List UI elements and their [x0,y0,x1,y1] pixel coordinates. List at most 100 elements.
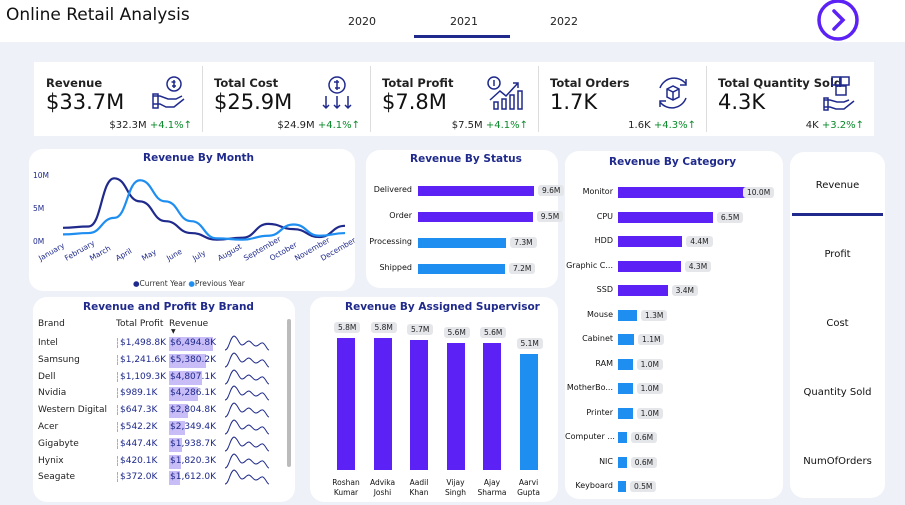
supervisor-value-label: 5.6M [480,326,507,338]
revenue-sparkline [225,335,269,351]
brand-profit-cell: $989.1K [117,388,157,399]
kpi-value: $33.7M [46,90,125,114]
brand-name-cell: Acer [38,422,59,432]
category-bar [618,309,637,321]
chart-title: Revenue By Category [609,156,737,168]
revenue-by-status-card: Revenue By Status Delivered 9.6M Order 9.5M… [366,150,565,288]
column-header-total-profit[interactable]: Total Profit [116,319,163,329]
supervisor-value-label: 5.7M [407,324,434,336]
year-tab-2022[interactable]: 2022 [550,15,578,28]
kpi-total-orders: Total Orders 1.7K 1.6K +4.3%↑ [538,62,704,136]
orders-box-icon [659,77,687,109]
brand-profit-cell: $1,109.3K [117,371,166,382]
brand-name-cell: Seagate [38,472,76,483]
revenue-sparkline [225,436,269,452]
category-bar [618,236,683,247]
metric-profit[interactable]: Profit [790,249,885,260]
category-bar [618,285,668,296]
brand-profit-cell: $420.1K [117,455,157,466]
category-bar [618,432,627,443]
metric-revenue[interactable]: Revenue [790,180,885,191]
page-title: Online Retail Analysis [6,5,190,25]
top-bar: Online Retail Analysis 2020 2021 2022 [0,0,905,42]
brand-name-cell: Dell [38,371,56,382]
revenue-by-month-card: Revenue By Month 10M 5M 0M ●Current Year ●… [29,149,357,291]
status-bar [418,186,534,196]
brand-revenue-cell: $4,807.1K [170,371,216,382]
supervisor-value-label: 5.6M [443,326,470,338]
category-value-label: 0.6M [630,432,658,443]
revenue-by-category-card: Revenue By Category Monitor 10.0M CPU 6.5M H… [565,151,783,499]
category-value-label: 1.0M [636,407,663,419]
column-header-brand[interactable]: Brand [38,319,65,329]
y-tick-label: 0M [33,237,44,246]
metric-quantity-sold[interactable]: Quantity Sold [790,387,885,398]
kpi-value: $25.9M [214,90,293,114]
table-scrollbar[interactable] [287,319,291,467]
boxes-hand-icon [823,76,855,111]
brand-revenue-cell: $2,804.8K [170,405,216,416]
category-label: Mouse [587,309,613,319]
kpi-total-quantity-sold: Total Quantity Sold 4.3K 4K +3.2%↑ [706,62,872,136]
supervisor-bar [446,342,465,470]
kpi-previous: $7.5M +4.1%↑ [451,120,528,131]
cost-down-icon [322,76,352,110]
kpi-revenue: Revenue $33.7M $32.3M +4.1%↑ [34,62,200,136]
brand-revenue-cell: $5,380.2K [170,354,216,365]
chart-title: Revenue By Status [410,153,522,165]
status-category-label: Delivered [373,185,412,194]
y-tick-label: 5M [33,204,44,213]
kpi-value: $7.8M [382,90,447,114]
brand-profit-cell: $1,241.6K [117,354,166,365]
metric-num-of-orders[interactable]: NumOfOrders [790,456,885,467]
brand-profit-cell: $447.4K [117,438,157,449]
metric-cost[interactable]: Cost [790,318,885,329]
category-value-label: 3.4M [671,285,699,296]
supervisor-name-label: Vijay Singh [444,478,467,497]
supervisor-name-label: Ajay Sharma [477,478,507,497]
chart-title: Revenue By Assigned Supervisor [345,301,540,313]
supervisor-value-label: 5.1M [516,337,543,349]
kpi-label: Total Cost [214,76,279,90]
category-bar [618,211,713,223]
year-tab-2021[interactable]: 2021 [450,15,478,28]
status-value-label: 7.2M [509,263,536,274]
chart-legend: ●Current Year ●Previous Year [133,279,245,288]
kpi-previous: 4K +3.2%↑ [805,120,864,131]
category-value-label: 6.5M [716,211,744,223]
category-label: Keyboard [575,481,613,490]
revenue-sparkline [225,419,269,435]
revenue-sparkline [225,352,269,368]
supervisor-bar [519,353,538,470]
category-label: SSD [596,285,613,294]
category-value-label: 1.3M [640,309,668,321]
brand-revenue-cell: $1,612.0K [170,472,216,483]
kpi-previous: $32.3M +4.1%↑ [109,120,192,131]
supervisor-name-label: Advika Joshi [369,478,396,497]
brand-name-cell: Intel [38,338,58,348]
revenue-sparkline [225,369,269,385]
brand-revenue-cell: $6,494.8K [170,338,216,348]
category-label: CPU [596,211,613,221]
category-label: Cabinet [582,334,613,343]
status-value-label: 9.6M [538,185,565,196]
category-label: Graphic C... [566,260,613,270]
category-label: MotherBo... [566,383,613,392]
status-value-label: 7.3M [510,237,537,248]
supervisor-name-label: Aadil Khan [409,478,429,497]
year-tab-2020[interactable]: 2020 [348,15,376,28]
legend-previous-year: Previous Year [194,279,245,288]
category-value-label: 4.4M [686,236,713,247]
supervisor-name-label: Aarvi Gupta [517,478,540,497]
status-category-label: Processing [369,237,412,246]
kpi-total-cost: Total Cost $25.9M $24.9M +4.1%↑ [202,62,368,136]
supervisor-bar [373,338,392,470]
brand-name-cell: Nvidia [38,388,67,399]
category-label: Printer [586,407,613,417]
category-value-label: 10.0M [743,187,775,198]
category-bar [618,456,627,468]
brand-profit-cell: $647.3K [117,405,157,416]
kpi-previous: $24.9M +4.1%↑ [277,120,360,131]
next-page-button[interactable] [816,0,860,42]
revenue-by-supervisor-card: Revenue By Assigned Supervisor 5.8M Rosha… [310,297,558,502]
